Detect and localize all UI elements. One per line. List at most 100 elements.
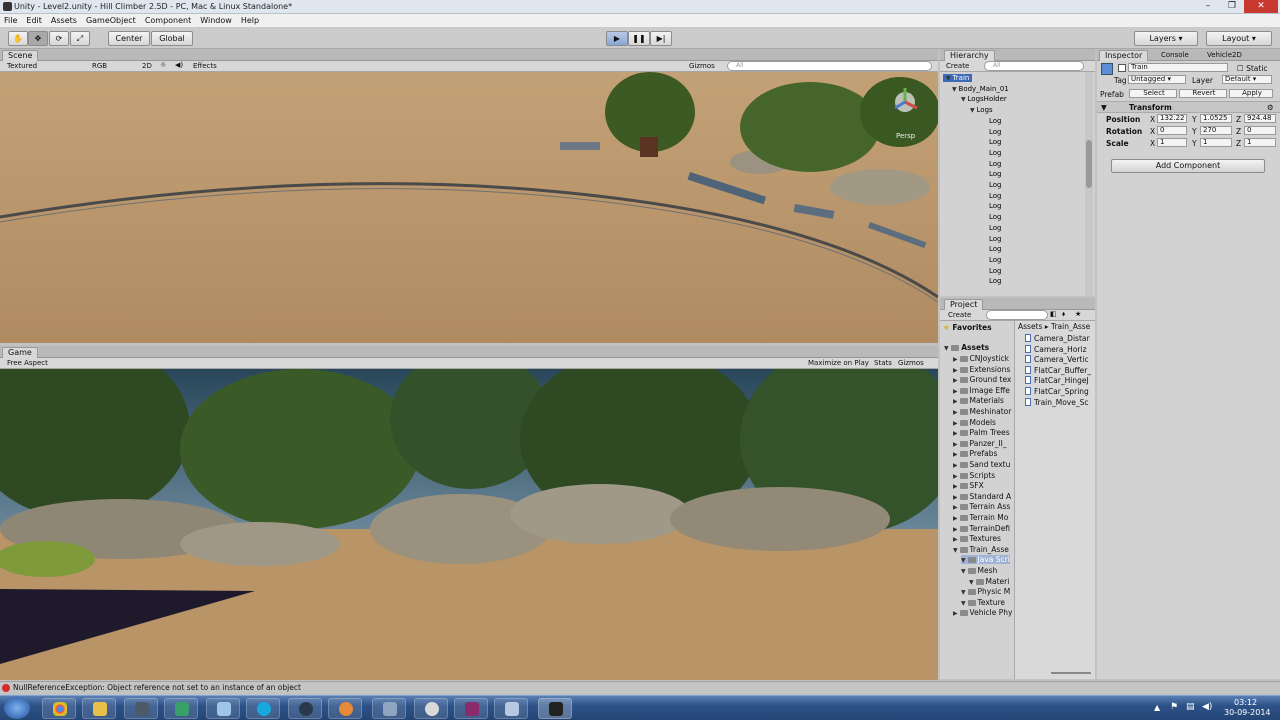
move-tool-button[interactable]: ✥ xyxy=(28,31,48,46)
hierarchy-item[interactable]: ▼ LogsHolder xyxy=(961,95,1007,103)
mode-2d-toggle[interactable]: 2D xyxy=(142,62,152,70)
project-file[interactable]: Camera_Vertic xyxy=(1025,355,1089,364)
expand-icon[interactable]: ▶ xyxy=(953,494,960,501)
expand-icon[interactable]: ▶ xyxy=(953,356,960,363)
rotation-y-field[interactable]: 270 xyxy=(1200,126,1232,135)
expand-icon[interactable]: ▶ xyxy=(953,451,960,458)
expand-icon[interactable]: ▶ xyxy=(953,420,960,427)
filter-label-icon[interactable]: ⬧ xyxy=(1062,310,1065,319)
tray-arrow-icon[interactable]: ▲ xyxy=(1154,703,1160,712)
hierarchy-item[interactable]: Log xyxy=(989,170,1002,178)
static-checkbox[interactable]: ☐ Static xyxy=(1237,64,1268,73)
status-error-message[interactable]: NullReferenceException: Object reference… xyxy=(13,683,301,692)
prefab-revert-button[interactable]: Revert xyxy=(1179,89,1227,98)
tab-scene[interactable]: Scene xyxy=(2,50,39,61)
hierarchy-item[interactable]: Log xyxy=(989,138,1002,146)
step-button[interactable]: ▶| xyxy=(650,31,672,46)
monodevelop-taskbar-icon[interactable] xyxy=(124,698,158,719)
menu-window[interactable]: Window xyxy=(196,14,237,25)
transform-header[interactable]: ▼ Transform ⚙ xyxy=(1097,101,1280,113)
project-folder[interactable]: ▼ Java Scri xyxy=(961,555,1010,565)
tray-volume-icon[interactable]: ◀) xyxy=(1202,702,1212,712)
project-folder[interactable]: ▶ Terrain Mo xyxy=(953,513,1008,522)
menu-component[interactable]: Component xyxy=(141,14,196,25)
project-folder[interactable]: ▼ Mesh xyxy=(961,566,997,575)
rotation-x-field[interactable]: 0 xyxy=(1157,126,1187,135)
scale-y-field[interactable]: 1 xyxy=(1200,138,1232,147)
hierarchy-item[interactable]: Log xyxy=(989,128,1002,136)
breadcrumb-assets[interactable]: Assets xyxy=(1018,322,1042,331)
tab-inspector[interactable]: Inspector xyxy=(1099,50,1149,61)
expand-icon[interactable]: ▶ xyxy=(953,367,960,374)
hierarchy-item[interactable]: Log xyxy=(989,213,1002,221)
hierarchy-search-input[interactable]: All xyxy=(984,61,1084,71)
scene-viewport[interactable]: Persp xyxy=(0,72,938,343)
assets-root[interactable]: ▼ Assets xyxy=(944,343,989,352)
window-taskbar-icon[interactable] xyxy=(494,698,528,719)
project-folder[interactable]: ▶ Panzer_II_ xyxy=(953,439,1007,448)
project-file[interactable]: Camera_Distar xyxy=(1025,334,1090,343)
expand-icon[interactable]: ▶ xyxy=(953,610,960,617)
project-folder[interactable]: ▶ Palm Trees xyxy=(953,428,1010,437)
stats-toggle[interactable]: Stats xyxy=(874,359,892,367)
tool-taskbar-icon[interactable] xyxy=(372,698,406,719)
breadcrumb-train-assets[interactable]: Train_Asse xyxy=(1051,322,1090,331)
project-folder[interactable]: ▶ Models xyxy=(953,418,996,427)
menu-help[interactable]: Help xyxy=(237,14,264,25)
project-file[interactable]: FlatCar_HingeJ xyxy=(1025,376,1089,385)
game-viewport[interactable] xyxy=(0,369,938,680)
hierarchy-item[interactable]: ▼ Train xyxy=(943,74,973,82)
project-folder[interactable]: ▼ Texture xyxy=(961,598,1005,607)
hierarchy-item[interactable]: Log xyxy=(989,117,1002,125)
project-folder[interactable]: ▶ Textures xyxy=(953,534,1001,543)
project-file[interactable]: Camera_Horiz xyxy=(1025,344,1087,354)
pause-button[interactable]: ❚❚ xyxy=(628,31,650,46)
hierarchy-item[interactable]: Log xyxy=(989,192,1002,200)
maximize-button[interactable]: ❐ xyxy=(1220,0,1244,13)
maximize-on-play-toggle[interactable]: Maximize on Play xyxy=(808,359,869,367)
tab-console[interactable]: Console xyxy=(1161,51,1189,59)
add-component-button[interactable]: Add Component xyxy=(1111,159,1265,173)
rotation-z-field[interactable]: 0 xyxy=(1244,126,1276,135)
steam-taskbar-icon[interactable] xyxy=(288,698,322,719)
project-folder[interactable]: ▶ Scripts xyxy=(953,471,995,480)
layers-dropdown[interactable]: Layers ▾ xyxy=(1134,31,1198,46)
hierarchy-create-dropdown[interactable]: Create xyxy=(946,62,969,70)
taskbar-time[interactable]: 03:12 xyxy=(1234,698,1257,707)
project-folder[interactable]: ▶ Ground tex xyxy=(953,375,1011,384)
icon-size-slider[interactable] xyxy=(1051,672,1091,674)
project-folder[interactable]: ▶ Vehicle Phy xyxy=(953,608,1012,617)
project-folder[interactable]: ▼ Physic M xyxy=(961,587,1010,596)
project-folder[interactable]: ▼ Train_Asse xyxy=(953,545,1009,554)
unity-taskbar-icon[interactable] xyxy=(538,698,572,719)
hierarchy-item[interactable]: Log xyxy=(989,160,1002,168)
start-button-icon[interactable] xyxy=(4,697,30,719)
menu-file[interactable]: File xyxy=(0,14,22,25)
expand-icon[interactable]: ▶ xyxy=(953,377,960,384)
hierarchy-item[interactable]: Log xyxy=(989,224,1002,232)
expand-icon[interactable]: ▶ xyxy=(953,483,960,490)
project-folder[interactable]: ▶ Prefabs xyxy=(953,449,997,458)
expand-icon[interactable]: ▶ xyxy=(953,526,960,533)
scale-tool-button[interactable]: ⤢ xyxy=(70,31,90,46)
expand-icon[interactable]: ▶ xyxy=(953,504,960,511)
app-taskbar-icon[interactable] xyxy=(164,698,198,719)
project-folder[interactable]: ▼ Materi xyxy=(969,577,1009,586)
pivot-center-button[interactable]: Center xyxy=(108,31,150,46)
position-z-field[interactable]: 924.48 xyxy=(1244,114,1276,123)
expand-icon[interactable]: ▶ xyxy=(953,398,960,405)
tab-hierarchy[interactable]: Hierarchy xyxy=(944,50,995,61)
scale-x-field[interactable]: 1 xyxy=(1157,138,1187,147)
menu-edit[interactable]: Edit xyxy=(22,14,47,25)
tab-game[interactable]: Game xyxy=(2,347,38,358)
prefab-select-button[interactable]: Select xyxy=(1129,89,1177,98)
hierarchy-item[interactable]: ▼ Body_Main_01 xyxy=(952,85,1009,93)
expand-icon[interactable]: ▶ xyxy=(953,473,960,480)
chrome-taskbar-icon[interactable] xyxy=(42,698,76,719)
shading-mode-dropdown[interactable]: Textured xyxy=(7,62,37,70)
tab-project[interactable]: Project xyxy=(944,299,984,310)
winrar-taskbar-icon[interactable] xyxy=(454,698,488,719)
hierarchy-item[interactable]: Log xyxy=(989,256,1002,264)
notepad-taskbar-icon[interactable] xyxy=(206,698,240,719)
project-create-dropdown[interactable]: Create xyxy=(948,311,971,319)
